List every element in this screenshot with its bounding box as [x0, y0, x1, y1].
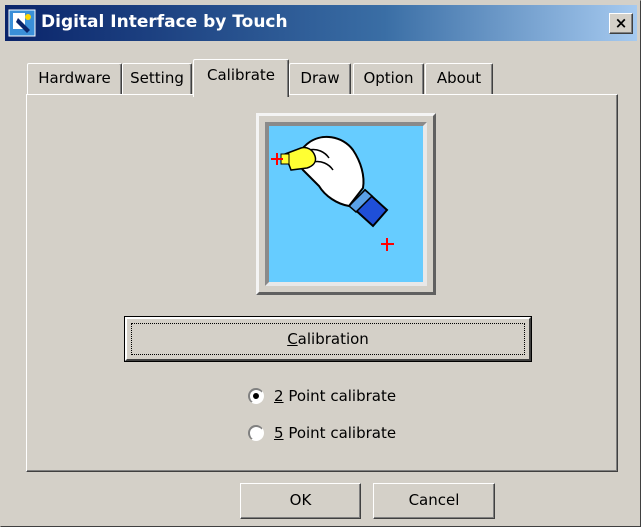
- tab-setting[interactable]: Setting: [122, 63, 192, 95]
- radio-button[interactable]: [248, 425, 264, 441]
- dialog-window: Digital Interface by Touch × Hardware Se…: [0, 0, 641, 527]
- close-icon: ×: [614, 14, 628, 32]
- tab-draw[interactable]: Draw: [289, 63, 351, 95]
- cancel-button[interactable]: Cancel: [373, 483, 495, 519]
- title-bar[interactable]: Digital Interface by Touch ×: [5, 5, 637, 41]
- radio-label[interactable]: 5 Point calibrate: [274, 424, 396, 442]
- hand-touch-calibration-icon: [271, 135, 394, 251]
- window-title: Digital Interface by Touch: [41, 12, 288, 32]
- ok-button[interactable]: OK: [240, 483, 361, 519]
- radio-selected-dot: [253, 393, 259, 399]
- calibration-illustration: [265, 122, 427, 286]
- app-icon: [8, 9, 36, 37]
- tab-option[interactable]: Option: [353, 63, 424, 95]
- tab-calibrate[interactable]: Calibrate: [193, 59, 289, 97]
- close-button[interactable]: ×: [609, 13, 633, 34]
- calibration-illustration-frame: [256, 113, 436, 295]
- calibration-button[interactable]: Calibration: [124, 316, 532, 362]
- tab-about[interactable]: About: [425, 63, 493, 95]
- focus-rectangle: [131, 323, 525, 355]
- calibrate-panel: Calibration 2 Point calibrate 5 Point ca…: [26, 94, 618, 472]
- tab-hardware[interactable]: Hardware: [27, 63, 122, 95]
- radio-button[interactable]: [248, 388, 264, 404]
- radio-label[interactable]: 2 Point calibrate: [274, 387, 396, 405]
